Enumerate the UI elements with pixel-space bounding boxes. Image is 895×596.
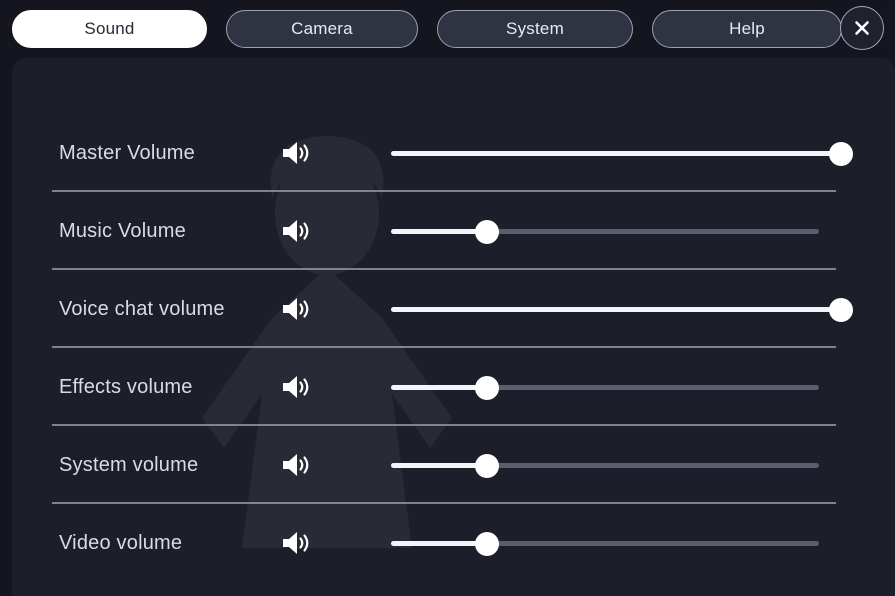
slider-music-volume[interactable] (391, 218, 841, 244)
slider-knob[interactable] (829, 142, 853, 166)
speaker-volume-icon[interactable] (280, 450, 314, 480)
setting-label: System volume (59, 454, 198, 477)
setting-row-voice-chat-volume: Voice chat volume (12, 270, 895, 348)
speaker-volume-icon[interactable] (280, 138, 314, 168)
setting-label: Voice chat volume (59, 298, 225, 321)
setting-row-video-volume: Video volume (12, 504, 895, 582)
close-button[interactable] (840, 6, 884, 50)
tab-system[interactable]: System (437, 10, 633, 48)
setting-row-effects-volume: Effects volume (12, 348, 895, 426)
setting-row-system-volume: System volume (12, 426, 895, 504)
slider-fill (391, 463, 487, 468)
slider-fill (391, 307, 841, 312)
speaker-volume-icon[interactable] (280, 216, 314, 246)
slider-knob[interactable] (829, 298, 853, 322)
settings-window: Sound Camera System Help (0, 0, 895, 596)
tab-help[interactable]: Help (652, 10, 842, 48)
setting-label: Video volume (59, 532, 182, 555)
speaker-volume-icon[interactable] (280, 372, 314, 402)
slider-knob[interactable] (475, 454, 499, 478)
slider-knob[interactable] (475, 376, 499, 400)
slider-knob[interactable] (475, 532, 499, 556)
tab-bar: Sound Camera System Help (0, 0, 895, 58)
setting-row-master-volume: Master Volume (12, 114, 895, 192)
slider-knob[interactable] (475, 220, 499, 244)
setting-row-music-volume: Music Volume (12, 192, 895, 270)
tab-label: Sound (84, 19, 134, 39)
slider-system-volume[interactable] (391, 452, 841, 478)
tab-sound[interactable]: Sound (12, 10, 207, 48)
close-x-icon (851, 17, 873, 39)
tab-label: System (506, 19, 564, 39)
sound-settings-panel: Master Volume Music Volume (12, 58, 895, 596)
slider-fill (391, 385, 487, 390)
setting-label: Master Volume (59, 142, 195, 165)
slider-master-volume[interactable] (391, 140, 841, 166)
slider-fill (391, 151, 841, 156)
speaker-volume-icon[interactable] (280, 528, 314, 558)
tab-label: Camera (291, 19, 353, 39)
slider-video-volume[interactable] (391, 530, 841, 556)
slider-fill (391, 541, 487, 546)
tab-camera[interactable]: Camera (226, 10, 418, 48)
slider-voice-chat-volume[interactable] (391, 296, 841, 322)
tab-label: Help (729, 19, 765, 39)
setting-label: Music Volume (59, 220, 186, 243)
speaker-volume-icon[interactable] (280, 294, 314, 324)
slider-effects-volume[interactable] (391, 374, 841, 400)
setting-label: Effects volume (59, 376, 193, 399)
slider-fill (391, 229, 487, 234)
